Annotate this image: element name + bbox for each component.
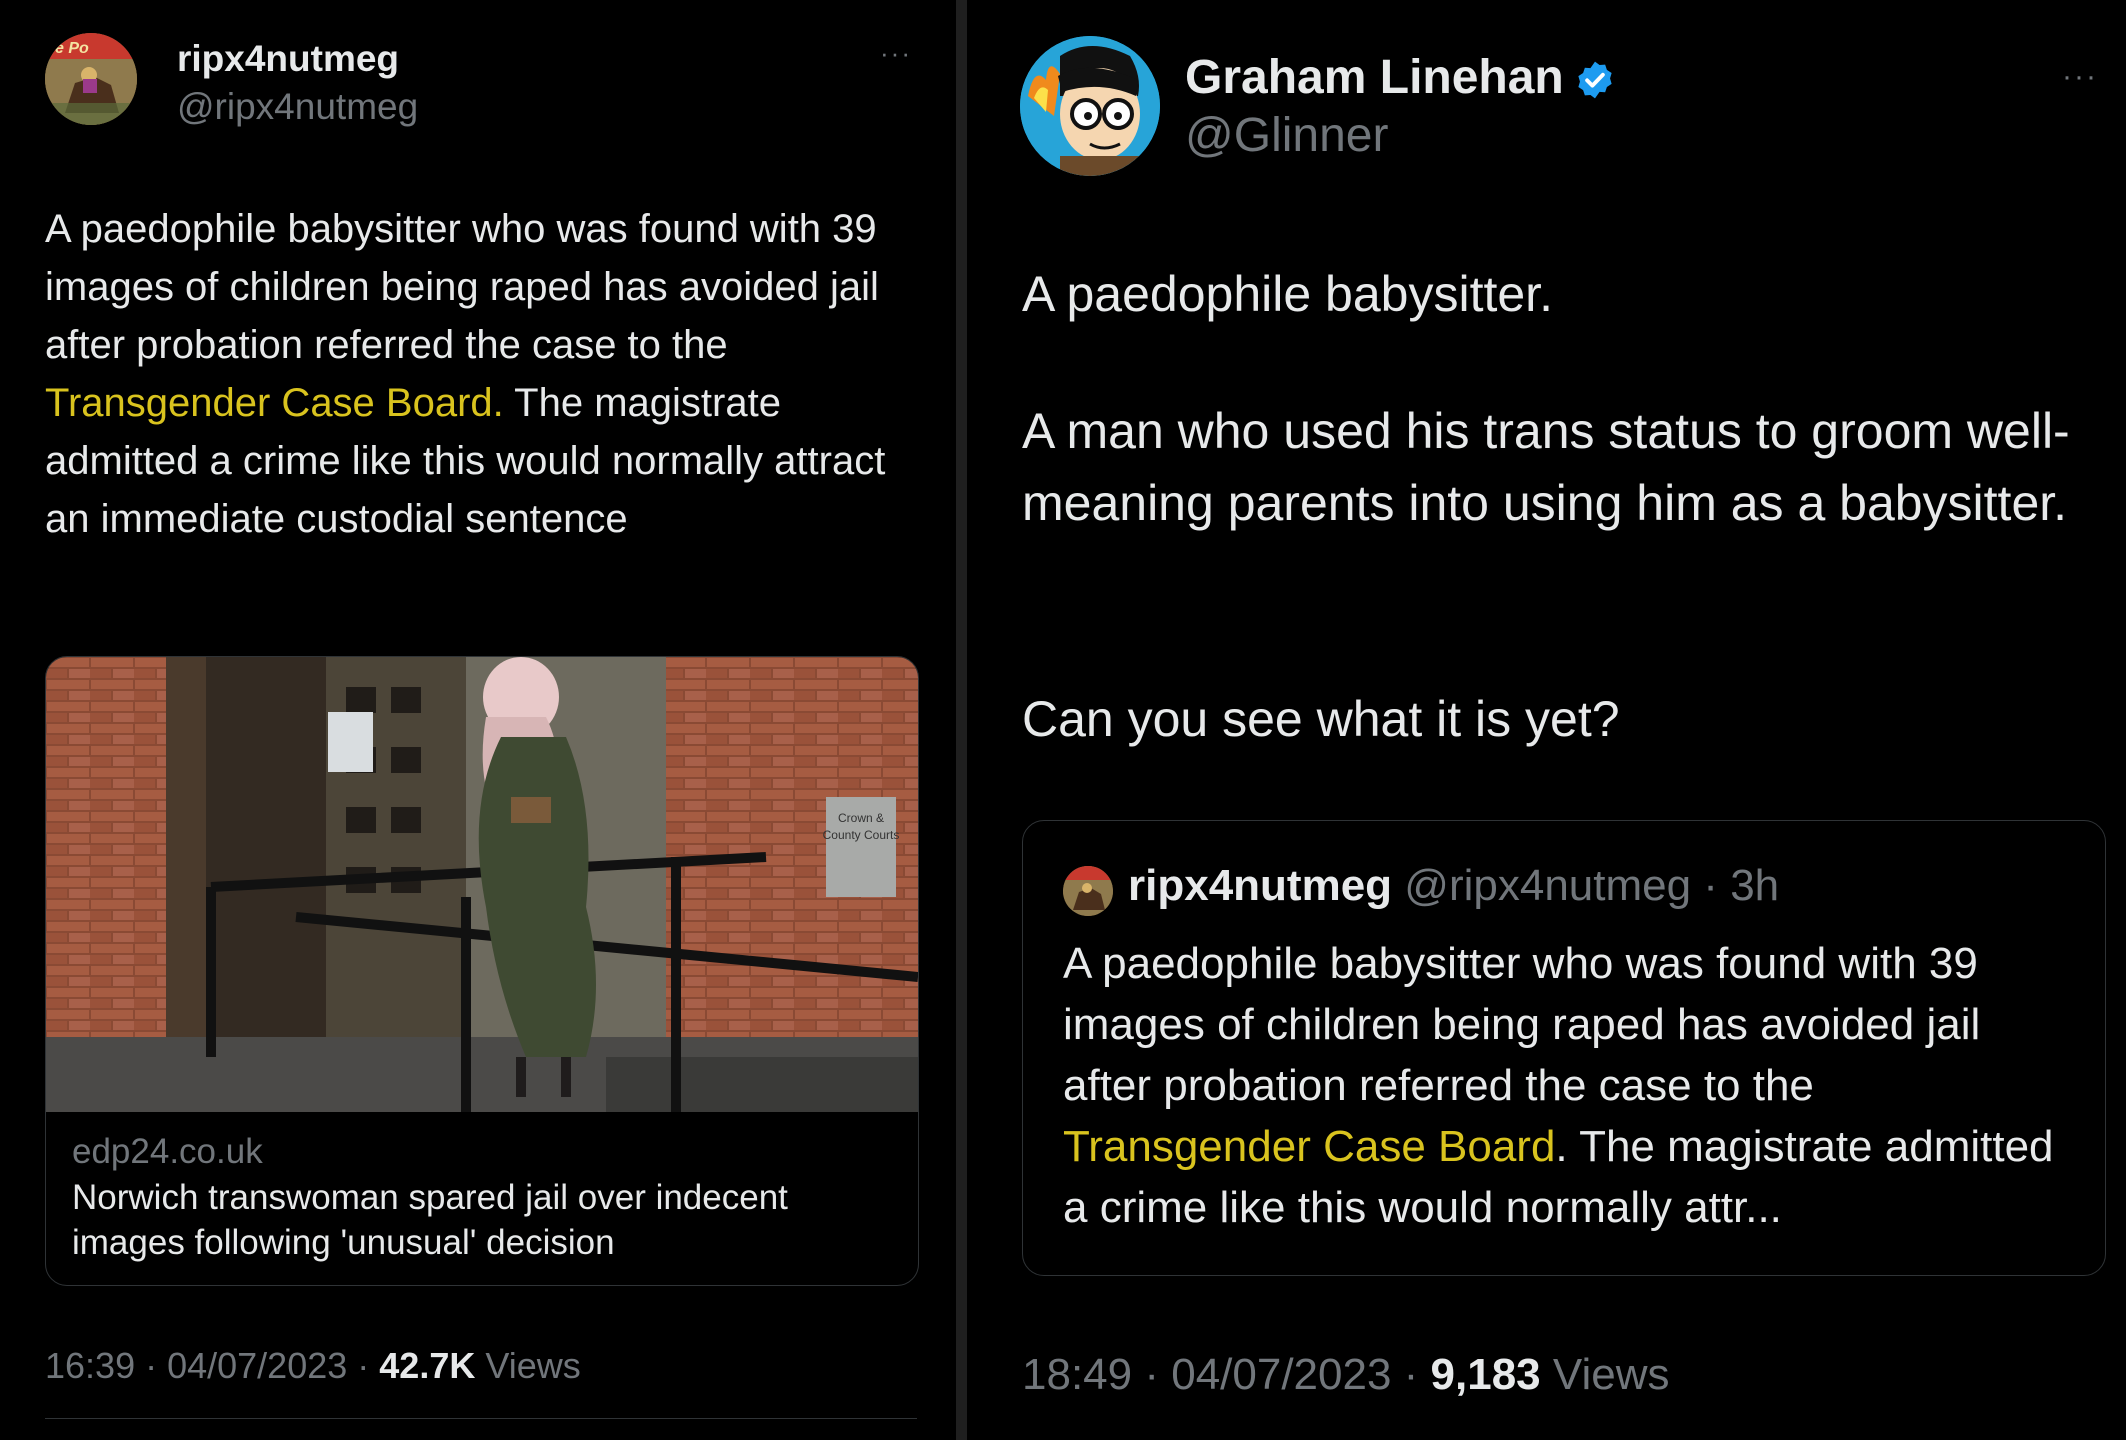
more-options-icon[interactable]: ···: [2062, 60, 2098, 94]
tweet-meta: 16:39 · 04/07/2023 · 42.7K Views: [45, 1345, 581, 1386]
tweet-date[interactable]: 04/07/2023: [1171, 1350, 1391, 1399]
link-preview-image: Crown & County Courts: [46, 657, 918, 1112]
bottom-divider: [45, 1418, 917, 1419]
quoted-header: ripx4nutmeg @ripx4nutmeg · 3h: [1128, 861, 1779, 911]
courthouse-photo: Crown & County Courts: [46, 657, 918, 1112]
link-domain: edp24.co.uk: [72, 1132, 263, 1171]
views-count: 9,183: [1430, 1350, 1541, 1399]
court-sign-text: Crown &: [838, 811, 884, 825]
views-label: Views: [485, 1345, 581, 1386]
more-options-icon[interactable]: ···: [880, 38, 912, 69]
tweet-text-part: A paedophile babysitter who was found wi…: [45, 207, 890, 367]
quoted-tweet-card[interactable]: ripx4nutmeg @ripx4nutmeg · 3h A paedophi…: [1022, 820, 2106, 1276]
views-count: 42.7K: [379, 1345, 476, 1386]
tweet-date[interactable]: 04/07/2023: [167, 1345, 347, 1386]
ripx4nutmeg-avatar[interactable]: e Po: [45, 33, 137, 125]
hashtag-link[interactable]: Transgender Case Board.: [45, 381, 504, 425]
quoted-author-name: ripx4nutmeg: [1128, 861, 1393, 910]
left-tweet: e Po ripx4nutmeg @ripx4nutmeg ··· A paed…: [0, 0, 956, 1440]
views-label: Views: [1552, 1350, 1670, 1399]
quoted-text: A paedophile babysitter who was found wi…: [1063, 933, 2063, 1238]
cartoon-face-icon: [1020, 36, 1160, 176]
quoted-author-handle: @ripx4nutmeg: [1404, 861, 1692, 910]
author-handle[interactable]: @ripx4nutmeg: [177, 86, 418, 128]
link-preview-card[interactable]: Crown & County Courts edp24.co.uk Norwic…: [45, 656, 919, 1286]
author-name[interactable]: ripx4nutmeg: [177, 38, 399, 80]
link-title: Norwich transwoman spared jail over inde…: [72, 1178, 788, 1262]
svg-text:e Po: e Po: [55, 40, 89, 57]
tweet-paragraph-1: A paedophile babysitter.: [1022, 266, 1553, 322]
quoted-separator: ·: [1691, 861, 1731, 910]
right-tweet: Graham Linehan @Glinner ··· A paedophile…: [967, 0, 2126, 1440]
quoted-avatar: [1063, 866, 1113, 916]
tweet-text: A paedophile babysitter who was found wi…: [45, 200, 915, 548]
tweet-paragraph-2: A man who used his trans status to groom…: [1022, 403, 2070, 531]
racing-photo-icon: [1063, 866, 1113, 916]
verified-badge-icon[interactable]: [1574, 59, 1616, 101]
quoted-hashtag-link: Transgender Case Board: [1063, 1122, 1556, 1171]
quoted-text-part: A paedophile babysitter who was found wi…: [1063, 939, 1993, 1110]
author-name[interactable]: Graham Linehan: [1185, 50, 1616, 105]
quoted-age: 3h: [1730, 861, 1780, 910]
tweet-time[interactable]: 16:39: [45, 1345, 135, 1386]
racing-photo-icon: e Po: [45, 33, 137, 125]
panel-divider: [956, 0, 967, 1440]
author-handle[interactable]: @Glinner: [1185, 108, 1388, 163]
glinner-avatar[interactable]: [1020, 36, 1160, 176]
tweet-time[interactable]: 18:49: [1022, 1350, 1132, 1399]
author-name-text: Graham Linehan: [1185, 51, 1564, 104]
tweet-paragraph-3: Can you see what it is yet?: [1022, 691, 1620, 747]
court-sign-text: County Courts: [823, 828, 900, 842]
tweet-meta: 18:49 · 04/07/2023 · 9,183 Views: [1022, 1350, 1670, 1399]
